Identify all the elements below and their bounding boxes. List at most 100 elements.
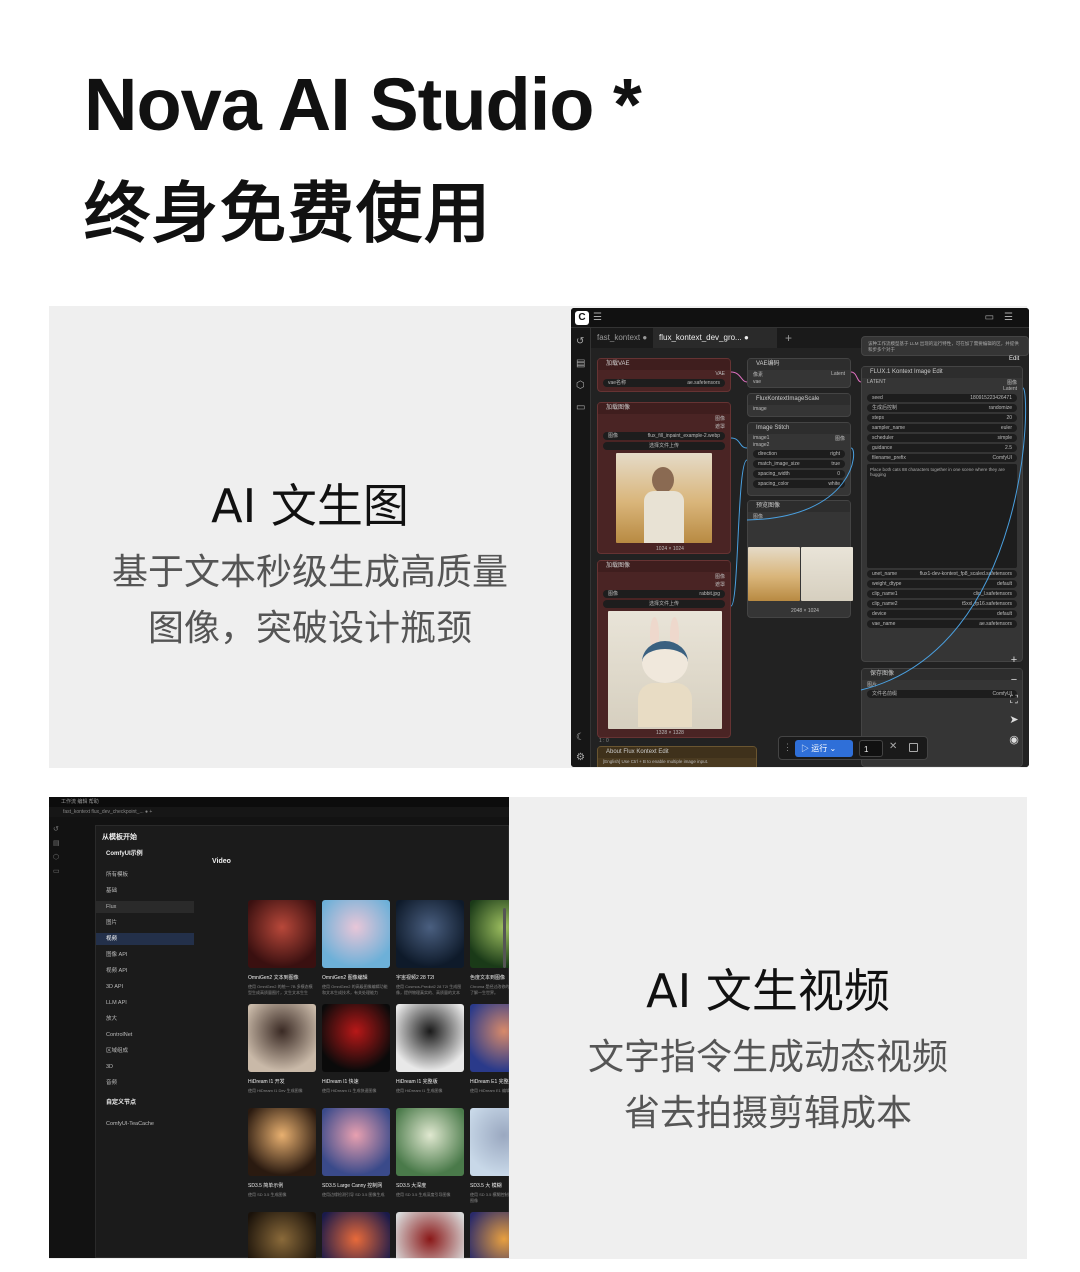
zoom-out-minus-icon[interactable]: − (1005, 670, 1023, 690)
template-card[interactable]: SD3.5 Large Canny 控制网 使用边缘检测引导 SD 3.5 图像生… (322, 1108, 390, 1204)
history-icon[interactable]: ↺ (576, 336, 584, 347)
feature-card-text-to-video: 工作流 编辑 帮助 fast_kontext flux_dev_checkpoi… (49, 797, 1027, 1259)
sidebar-item-video-api[interactable]: 视频 API (96, 965, 194, 977)
template-thumbnail (248, 1108, 316, 1176)
template-title: HiDream I1 完整版 (396, 1079, 438, 1085)
template-card[interactable]: SD3.5 大深度 使用 SD 3.5 生成深度引导图像 (396, 1108, 464, 1204)
visibility-eye-icon[interactable]: ◉ (1005, 730, 1023, 750)
template-title: OmniGen2 文本到图像 (248, 975, 299, 981)
feature-desc-line2: 省去拍摄剪辑成本 (623, 1093, 912, 1134)
template-card[interactable]: SD3.5 大 模糊使用 SD 3.5 模糊控制网络生成高质量图像 (470, 1108, 509, 1204)
workflow-tabs[interactable]: fast_kontext flux_dev_checkpoint_... ● + (49, 807, 509, 817)
template-description: 使用 SD 3.5 生成图像 (248, 1192, 287, 1197)
menu-icon[interactable]: ☰ (593, 312, 602, 323)
template-title: HiDream I1 快速 (322, 1079, 359, 1085)
folder-icon[interactable]: ▭ (576, 402, 585, 413)
template-card[interactable]: OmniGen2 图像编辑 使用 OmniGen2 的高级图像编辑功能和文本生成技… (322, 900, 390, 996)
sidebar-item-image-api[interactable]: 图像 API (96, 949, 194, 961)
sidebar-item-3d-api[interactable]: 3D API (96, 981, 194, 993)
template-card[interactable] (396, 1212, 464, 1258)
sidebar-item-video[interactable]: 视频 (96, 933, 194, 945)
template-description: 使用 OmniGen2 的统一 7B 多模态模型生成高质量图片，文生文本生生 (248, 984, 313, 995)
run-button[interactable]: ▷ 运行 ⌄ (795, 740, 853, 757)
sidebar-group-heading: 自定义节点 (106, 1100, 137, 1106)
template-description: Chroma 是经过改修的模型，文件型的 了解一生世界。 (470, 984, 509, 995)
sidebar-group-heading: ComfyUI示例 (106, 851, 143, 857)
template-title: 宇宙视频2 28 T2I (396, 975, 435, 981)
template-thumbnail (248, 1004, 316, 1072)
template-card[interactable]: HiDream E1 完整版使用 HiDream E1 编辑图像 (470, 1004, 509, 1100)
sidebar-item-flux[interactable]: Flux (96, 901, 194, 913)
theme-moon-icon[interactable]: ☾ (576, 732, 585, 743)
cube-icon[interactable]: ⬡ (576, 380, 585, 391)
template-title: 色度文本到图像 (470, 975, 506, 981)
template-description: 使用 SD 3.5 模糊控制网络生成高质量图像 (470, 1192, 509, 1203)
template-description: 使用 HiDream I1 生成图像 (396, 1088, 443, 1093)
feature-desc-line1: 文字指令生成动态视频 (587, 1037, 948, 1078)
template-title: SD3.5 大深度 (396, 1183, 427, 1189)
template-description: 使用 HiDream I1 Dev 生成图像 (248, 1088, 303, 1093)
feature-desc-line2: 图像，突破设计瓶颈 (147, 608, 472, 649)
add-tab-plus-icon[interactable]: + (779, 328, 798, 348)
template-card[interactable] (248, 1212, 316, 1258)
template-thumbnail (470, 1004, 509, 1072)
node-links (730, 371, 1027, 691)
template-card[interactable] (322, 1212, 390, 1258)
sidebar-item-all[interactable]: 所有模板 (96, 869, 194, 881)
hero-subtitle: 终身免费使用 (84, 175, 492, 252)
templates-screenshot: 工作流 编辑 帮助 fast_kontext flux_dev_checkpoi… (49, 797, 509, 1258)
app-logo-icon: C (575, 311, 589, 325)
template-thumbnail (322, 1004, 390, 1072)
template-description: 使用 HiDream E1 编辑图像 (470, 1088, 509, 1093)
hero-title: Nova AI Studio * (84, 63, 642, 146)
sidebar-item-area-composition[interactable]: 区域组成 (96, 1045, 194, 1057)
template-description: 使用 HiDream I1 生成快速图像 (322, 1088, 377, 1093)
topbar-icons[interactable]: ▭☰ (985, 312, 1023, 323)
graph-canvas[interactable]: 加载VAE VAE vae名称 ae.safetensors VAE编码 像素 La… (591, 336, 1029, 767)
template-grid: Video OmniGen2 文本到图像使用 OmniGen2 的统一 7B 多… (196, 844, 509, 1258)
editor-topbar: C ☰ ▭☰ (571, 308, 1029, 328)
template-card[interactable]: HiDream I1 开发使用 HiDream I1 Dev 生成图像 (248, 1004, 316, 1100)
template-thumbnail (248, 1212, 316, 1258)
cancel-x-icon[interactable]: ✕ (889, 741, 897, 752)
left-rail-icons[interactable]: ↺ ▤ ⬡ ▭ (53, 823, 60, 879)
template-card[interactable]: HiDream I1 完整版 使用 HiDream I1 生成图像 (396, 1004, 464, 1100)
feature-desc-line1: 基于文本秒级生成高质量 (111, 552, 508, 593)
template-card[interactable]: HiDream I1 快速使用 HiDream I1 生成快速图像 (322, 1004, 390, 1100)
sidebar-item-basic[interactable]: 基础 (96, 885, 194, 897)
sidebar-item-controlnet[interactable]: ControlNet (96, 1029, 194, 1041)
template-thumbnail (396, 1212, 464, 1258)
template-card[interactable]: 宇宙视频2 28 T2I 使用 Cosmos-Predict2 28 T2I 生成… (396, 900, 464, 996)
tab-flux-kontext[interactable]: flux_kontext_dev_gro... ● (653, 328, 777, 348)
template-thumbnail (470, 1108, 509, 1176)
node-editor-screenshot: C ☰ ▭☰ ↺ ▤ ⬡ ▭ ☾ ⚙ fast_kontext ● flux_k… (571, 308, 1029, 767)
sidebar-item-teacache[interactable]: ComfyUI-TeaCache (96, 1118, 194, 1130)
settings-gear-icon[interactable]: ⚙ (576, 752, 585, 763)
pointer-icon[interactable]: ➤ (1005, 710, 1023, 730)
run-count-stepper[interactable]: 1 (859, 740, 883, 757)
template-card[interactable]: OmniGen2 文本到图像使用 OmniGen2 的统一 7B 多模态模型生成… (248, 900, 316, 996)
sidebar-item-3d[interactable]: 3D (96, 1061, 194, 1073)
template-dialog: 从模板开始 ComfyUI示例 所有模板 基础 Flux 图片 视频 图像 AP… (95, 825, 509, 1258)
app-menubar[interactable]: 工作流 编辑 帮助 (49, 797, 509, 807)
template-card[interactable]: SD3.5 简单示例 使用 SD 3.5 生成图像 (248, 1108, 316, 1204)
zoom-in-plus-icon[interactable]: + (1005, 650, 1023, 670)
template-sidebar: ComfyUI示例 所有模板 基础 Flux 图片 视频 图像 API 视频 A… (96, 844, 194, 1258)
library-icon[interactable]: ▤ (576, 358, 585, 369)
tab-fast-kontext[interactable]: fast_kontext ● (591, 328, 653, 348)
template-title: HiDream I1 开发 (248, 1079, 285, 1085)
scrollbar[interactable] (503, 908, 506, 968)
stop-square-icon[interactable] (909, 743, 918, 752)
sidebar-item-upscale[interactable]: 放大 (96, 1013, 194, 1025)
drag-handle-icon[interactable]: ⋮ (783, 742, 792, 753)
fit-view-icon[interactable]: ⛶ (1005, 690, 1023, 710)
template-thumbnail (396, 1004, 464, 1072)
section-title: Video (212, 858, 231, 865)
sidebar-item-llm-api[interactable]: LLM API (96, 997, 194, 1009)
sidebar-item-audio[interactable]: 音频 (96, 1077, 194, 1089)
template-description: 使用 OmniGen2 的高级图像编辑功能和文本生成技术，有关处理能力 (322, 984, 388, 995)
sidebar-item-image[interactable]: 图片 (96, 917, 194, 929)
editor-left-sidebar: ↺ ▤ ⬡ ▭ ☾ ⚙ (571, 328, 591, 767)
run-toolbar: ⋮ ▷ 运行 ⌄ 1 ✕ (778, 736, 928, 760)
template-card[interactable] (470, 1212, 509, 1258)
